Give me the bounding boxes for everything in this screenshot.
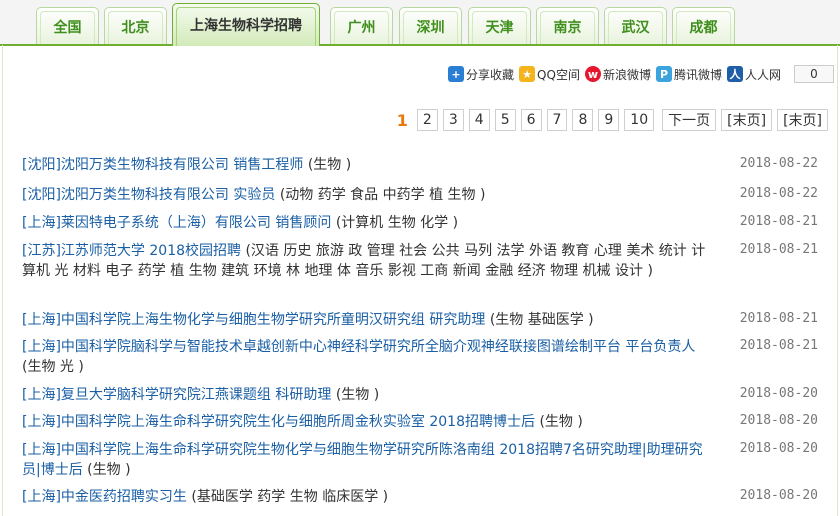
job-tags: (生物 光 ) xyxy=(22,359,84,375)
job-link[interactable]: [上海]中国科学院脑科学与智能技术卓越创新中心神经科学研究所全脑介观神经联接图谱… xyxy=(22,339,695,355)
page-link[interactable]: 4 xyxy=(468,109,490,131)
list-item: [上海]复旦大学脑科学研究院江燕课题组 科研助理 (生物 ) 2018-08-2… xyxy=(22,385,818,412)
list-item: [沈阳]沈阳万类生物科技有限公司 销售工程师 (生物 ) 2018-08-22 xyxy=(22,155,818,185)
page-link[interactable]: 9 xyxy=(598,109,620,131)
job-date: 2018-08-22 xyxy=(739,186,818,201)
job-tags: (生物 ) xyxy=(303,157,352,173)
list-item: [江苏]江苏师范大学 2018校园招聘 (汉语 历史 旅游 政 管理 社会 公共… xyxy=(22,241,818,310)
job-date: 2018-08-21 xyxy=(739,311,818,326)
list-item: [上海]中国科学院上海生物化学与细胞生物学研究所童明汉研究组 研究助理 (生物 … xyxy=(22,310,818,337)
page-link[interactable]: 2 xyxy=(416,109,438,131)
tab-beijing[interactable]: 北京 xyxy=(104,7,167,45)
job-date: 2018-08-20 xyxy=(739,386,818,401)
plus-icon: + xyxy=(448,66,465,82)
weibo-icon: w xyxy=(584,66,601,82)
qzone-icon: ★ xyxy=(519,66,536,82)
tab-label: 武汉 xyxy=(621,19,650,36)
job-date: 2018-08-20 xyxy=(739,413,818,428)
job-link[interactable]: [沈阳]沈阳万类生物科技有限公司 实验员 xyxy=(22,187,275,203)
list-item: [上海]中国科学院脑科学与智能技术卓越创新中心神经科学研究所全脑介观神经联接图谱… xyxy=(22,337,818,385)
tencent-weibo-icon: P xyxy=(655,66,672,82)
job-link[interactable]: [上海]复旦大学脑科学研究院江燕课题组 科研助理 xyxy=(22,387,331,403)
next-page-button[interactable]: 下一页 xyxy=(662,109,717,131)
tab-label: 深圳 xyxy=(416,19,445,36)
page-link[interactable]: 5 xyxy=(494,109,516,131)
tab-label: 全国 xyxy=(53,19,82,36)
job-link[interactable]: [上海]中国科学院上海生命科学研究院生化与细胞所周金秋实验室 2018招聘博士后 xyxy=(22,414,535,430)
list-item: [上海]中国科学院上海生命科学研究院生化与细胞所周金秋实验室 2018招聘博士后… xyxy=(22,412,818,440)
tab-label: 天津 xyxy=(485,19,514,36)
list-item: [沈阳]沈阳万类生物科技有限公司 实验员 (动物 药学 食品 中药学 植 生物 … xyxy=(22,185,818,213)
job-date: 2018-08-20 xyxy=(739,441,818,456)
share-qzone-button[interactable]: ★ QQ空间 xyxy=(519,66,580,83)
tab-guangzhou[interactable]: 广州 xyxy=(330,7,393,45)
share-label: 新浪微博 xyxy=(602,67,651,82)
list-item: [上海]莱因特电子系统（上海）有限公司 销售顾问 (计算机 生物 化学 ) 20… xyxy=(22,213,818,241)
page-link[interactable]: 10 xyxy=(624,109,655,131)
job-tags: (动物 药学 食品 中药学 植 生物 ) xyxy=(275,187,486,203)
job-tags: (生物 基础医学 ) xyxy=(485,312,594,328)
job-date: 2018-08-20 xyxy=(739,488,818,503)
job-link[interactable]: [上海]莱因特电子系统（上海）有限公司 销售顾问 xyxy=(22,215,331,231)
last-page-button[interactable]: [末页] xyxy=(721,109,773,131)
job-link[interactable]: [上海]中金医药招聘实习生 xyxy=(22,489,187,505)
share-count: 0 xyxy=(794,65,834,83)
share-bar: + 分享收藏 ★ QQ空间 w 新浪微博 P 腾讯微博 人 人人网 0 xyxy=(448,64,834,84)
tab-label: 广州 xyxy=(347,19,376,36)
tab-label: 上海生物科学招聘 xyxy=(190,18,302,34)
job-link[interactable]: [江苏]江苏师范大学 2018校园招聘 xyxy=(22,243,241,259)
tab-label: 成都 xyxy=(689,19,718,36)
job-tags: (生物 ) xyxy=(331,387,380,403)
job-date: 2018-08-21 xyxy=(739,214,818,229)
page-link[interactable]: 7 xyxy=(546,109,568,131)
share-collect-button[interactable]: + 分享收藏 xyxy=(448,66,514,83)
page-link[interactable]: 6 xyxy=(520,109,542,131)
share-label: 人人网 xyxy=(744,67,781,82)
job-link[interactable]: [上海]中国科学院上海生物化学与细胞生物学研究所童明汉研究组 研究助理 xyxy=(22,312,485,328)
list-item: [上海]中金医药招聘实习生 (基础医学 药学 生物 临床医学 ) 2018-08… xyxy=(22,487,818,513)
tab-quanguo[interactable]: 全国 xyxy=(36,7,99,45)
tab-nanjing[interactable]: 南京 xyxy=(536,7,599,45)
share-weibo-button[interactable]: w 新浪微博 xyxy=(584,66,651,83)
job-tags: (计算机 生物 化学 ) xyxy=(331,215,459,231)
job-tags: (生物 ) xyxy=(82,462,131,478)
tab-label: 南京 xyxy=(553,19,582,36)
city-tab-bar: 全国 北京 上海生物科学招聘 广州 深圳 天津 南京 武汉 成都 xyxy=(0,0,840,46)
job-link[interactable]: [沈阳]沈阳万类生物科技有限公司 销售工程师 xyxy=(22,157,303,173)
share-label: 分享收藏 xyxy=(466,67,515,82)
job-tags: (生物 ) xyxy=(535,414,583,430)
pagination: 1 2 3 4 5 6 7 8 9 10 下一页 [末页] [末页] xyxy=(388,109,828,131)
share-label: QQ空间 xyxy=(537,67,580,82)
share-tencent-weibo-button[interactable]: P 腾讯微博 xyxy=(655,66,722,83)
share-label: 腾讯微博 xyxy=(673,67,722,82)
job-date: 2018-08-22 xyxy=(739,156,818,171)
tab-wuhan[interactable]: 武汉 xyxy=(604,7,667,45)
tab-shenzhen[interactable]: 深圳 xyxy=(399,7,462,45)
share-renren-button[interactable]: 人 人人网 xyxy=(726,66,781,83)
page-link[interactable]: 8 xyxy=(572,109,594,131)
tab-label: 北京 xyxy=(121,19,150,36)
last-page-button[interactable]: [末页] xyxy=(777,109,828,131)
job-date: 2018-08-21 xyxy=(739,338,818,353)
tab-shanghai-bio[interactable]: 上海生物科学招聘 xyxy=(172,3,320,46)
tab-chengdu[interactable]: 成都 xyxy=(672,7,735,45)
job-tags: (基础医学 药学 生物 临床医学 ) xyxy=(186,489,389,505)
job-date: 2018-08-21 xyxy=(739,242,818,257)
page-link[interactable]: 3 xyxy=(442,109,464,131)
tab-tianjin[interactable]: 天津 xyxy=(468,7,531,45)
list-item: [上海]中国科学院上海生命科学研究院生物化学与细胞生物学研究所陈洛南组 2018… xyxy=(22,440,818,487)
renren-icon: 人 xyxy=(726,66,743,82)
page-current: 1 xyxy=(392,109,412,131)
job-list: [沈阳]沈阳万类生物科技有限公司 销售工程师 (生物 ) 2018-08-22 … xyxy=(22,155,818,513)
